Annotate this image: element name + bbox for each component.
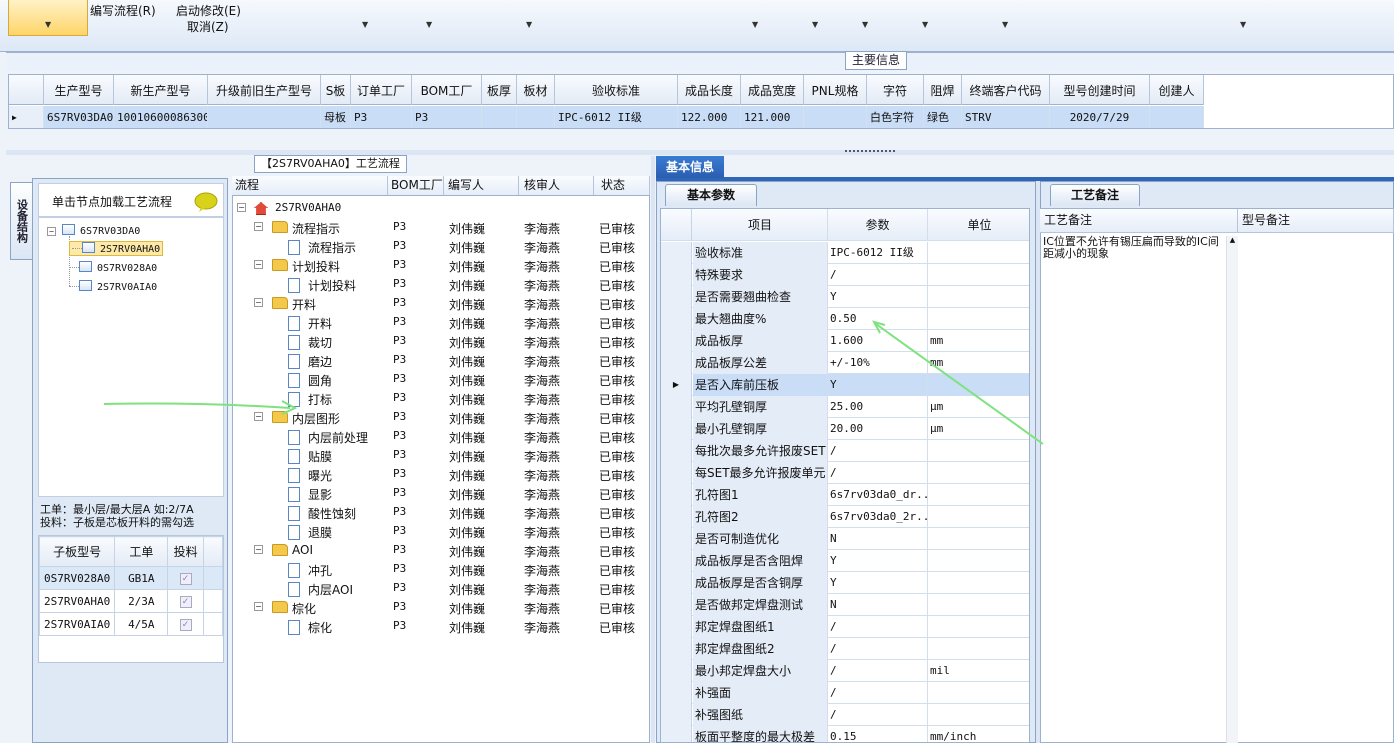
- annotation-arrows: [103, 320, 1044, 445]
